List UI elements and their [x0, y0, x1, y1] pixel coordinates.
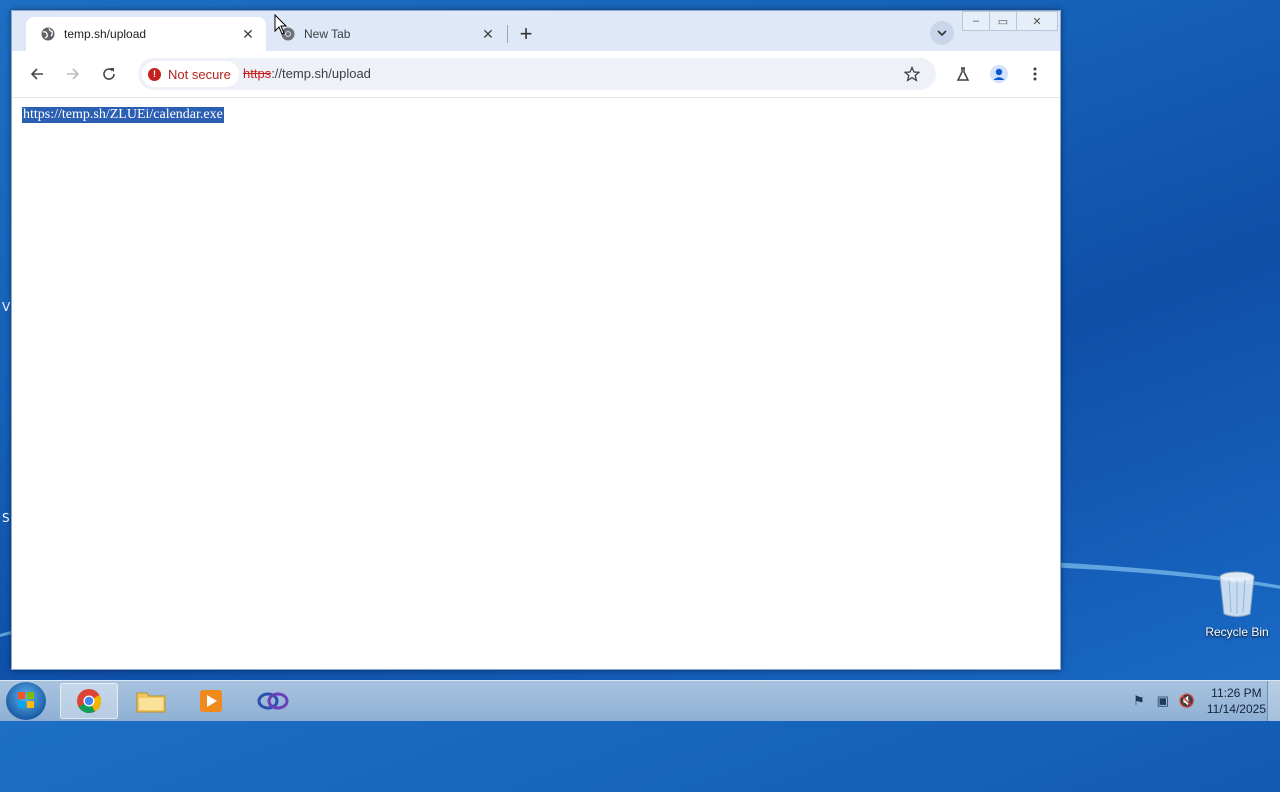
profile-avatar-icon[interactable] — [986, 61, 1012, 87]
tab-search-button[interactable] — [930, 21, 954, 45]
close-tab-icon[interactable]: ✕ — [480, 26, 496, 42]
clock-time: 11:26 PM — [1211, 686, 1262, 700]
start-button[interactable] — [6, 682, 46, 720]
recycle-bin-icon — [1219, 571, 1255, 617]
url-text[interactable]: https://temp.sh/upload — [243, 66, 371, 81]
action-center-flag-icon[interactable]: ⚑ — [1130, 692, 1148, 710]
desktop-edge-letter: V — [2, 300, 11, 314]
chrome-icon — [77, 689, 102, 714]
window-controls: – ▭ ✕ — [962, 11, 1058, 31]
arrow-right-icon — [67, 68, 80, 80]
address-bar[interactable]: ! Not secure https://temp.sh/upload — [138, 58, 936, 90]
labs-flask-icon[interactable] — [950, 61, 976, 87]
chevron-down-icon — [937, 30, 947, 37]
minimize-button[interactable]: – — [962, 11, 990, 31]
bookmark-star-icon[interactable] — [900, 62, 924, 86]
windows-logo-icon — [18, 692, 34, 708]
mouse-cursor-icon — [274, 13, 288, 41]
forward-button[interactable] — [60, 61, 86, 87]
tab-temp-sh-upload[interactable]: temp.sh/upload ✕ — [26, 17, 266, 51]
arrow-left-icon — [30, 68, 43, 80]
taskbar-app[interactable] — [244, 683, 302, 719]
desktop-edge-letter: S — [2, 511, 10, 525]
browser-toolbar: ! Not secure https://temp.sh/upload — [12, 51, 1060, 98]
media-player-icon — [200, 690, 222, 712]
taskbar: ⚑ ▣ 🔇 11:26 PM 11/14/2025 — [0, 680, 1280, 721]
security-indicator[interactable]: ! Not secure — [142, 61, 239, 87]
system-tray: ⚑ ▣ 🔇 11:26 PM 11/14/2025 — [1127, 681, 1266, 721]
tab-title: New Tab — [304, 27, 351, 41]
clock-date: 11/14/2025 — [1206, 702, 1266, 716]
close-window-button[interactable]: ✕ — [1016, 11, 1058, 31]
taskbar-media-player[interactable] — [182, 683, 240, 719]
taskbar-file-explorer[interactable] — [122, 683, 180, 719]
tab-separator — [507, 25, 508, 43]
back-button[interactable] — [24, 61, 50, 87]
warning-icon: ! — [148, 67, 161, 81]
close-tab-icon[interactable]: ✕ — [240, 26, 256, 42]
recycle-bin-label: Recycle Bin — [1205, 625, 1269, 639]
app-icon — [257, 692, 289, 710]
tab-new-tab[interactable]: New Tab ✕ — [266, 17, 506, 51]
recycle-bin[interactable]: Recycle Bin — [1204, 570, 1270, 639]
show-desktop-button[interactable] — [1267, 681, 1280, 721]
tab-strip: temp.sh/upload ✕ New Tab ✕ + – ▭ ✕ — [12, 11, 1060, 51]
security-label: Not secure — [168, 66, 231, 82]
selected-url-text[interactable]: https://temp.sh/ZLUEi/calendar.exe — [22, 107, 224, 123]
reload-button[interactable] — [96, 61, 122, 87]
menu-kebab-icon[interactable] — [1022, 61, 1048, 87]
reload-icon — [103, 68, 115, 80]
network-icon[interactable]: ▣ — [1154, 692, 1172, 710]
page-content: https://temp.sh/ZLUEi/calendar.exe — [12, 98, 1060, 669]
new-tab-button[interactable]: + — [514, 21, 538, 46]
tab-title: temp.sh/upload — [64, 27, 147, 41]
maximize-button[interactable]: ▭ — [989, 11, 1017, 31]
globe-icon — [40, 26, 56, 42]
url-path: ://temp.sh/upload — [271, 66, 371, 81]
volume-muted-icon[interactable]: 🔇 — [1178, 692, 1196, 710]
clock[interactable]: 11:26 PM 11/14/2025 — [1207, 685, 1266, 717]
file-explorer-icon — [136, 692, 166, 713]
browser-window: temp.sh/upload ✕ New Tab ✕ + – ▭ ✕ ! Not… — [11, 10, 1061, 670]
taskbar-chrome[interactable] — [60, 683, 118, 719]
url-scheme: https — [243, 66, 272, 81]
